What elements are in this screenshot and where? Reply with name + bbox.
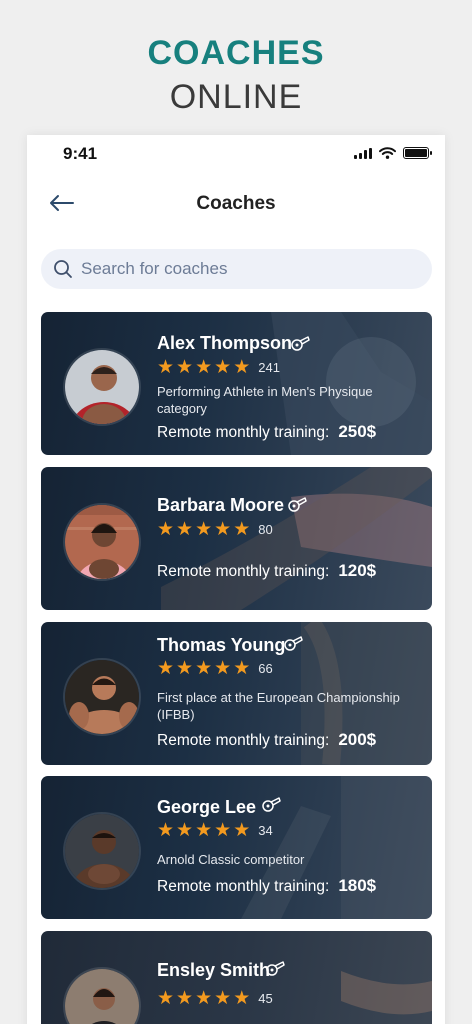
star-icon: ★ <box>176 819 194 841</box>
review-count: 45 <box>258 991 273 1006</box>
page-title: Coaches <box>196 193 276 214</box>
review-count: 34 <box>258 823 273 838</box>
star-icon: ★ <box>157 987 175 1009</box>
search-input[interactable] <box>81 259 401 279</box>
star-icon: ★ <box>176 356 194 378</box>
price-row: Remote monthly training: 120$ <box>157 561 376 581</box>
star-icon: ★ <box>157 518 175 540</box>
star-icon: ★ <box>233 518 251 540</box>
price-label: Remote monthly training: <box>157 732 330 749</box>
coach-card[interactable]: Barbara Moore ★ ★ ★ ★ ★ 80 Remote monthly tr… <box>41 467 432 610</box>
review-count: 66 <box>258 661 273 676</box>
status-time: 9:41 <box>63 144 98 163</box>
search-icon <box>54 260 72 278</box>
price-value: 250$ <box>338 422 377 441</box>
coach-description: Performing Athlete in Men's Physique cat… <box>157 384 373 416</box>
star-icon: ★ <box>214 356 232 378</box>
star-icon: ★ <box>214 657 232 679</box>
coach-name: Barbara Moore <box>157 495 285 515</box>
star-icon: ★ <box>214 518 232 540</box>
review-count: 80 <box>258 522 273 537</box>
star-icon: ★ <box>214 819 232 841</box>
star-icon: ★ <box>176 518 194 540</box>
avatar <box>63 348 141 426</box>
wifi-icon <box>379 147 396 159</box>
price-value: 120$ <box>338 561 377 580</box>
coach-name: Alex Thompson <box>157 333 293 353</box>
price-row: Remote monthly training: 180$ <box>157 876 376 896</box>
whistle-icon <box>266 961 285 976</box>
star-icon: ★ <box>157 819 175 841</box>
promo-title-line1: COACHES <box>147 34 325 72</box>
star-icon: ★ <box>195 518 213 540</box>
price-label: Remote monthly training: <box>157 878 330 895</box>
avatar <box>63 658 141 736</box>
price-label: Remote monthly training: <box>157 563 330 580</box>
coach-name: Thomas Young <box>157 635 286 655</box>
avatar <box>63 503 141 581</box>
coach-card[interactable]: George Lee ★ ★ ★ ★ ★ 34 Arnold Classic compe… <box>41 776 432 919</box>
coach-name: Ensley Smith <box>157 960 271 980</box>
rating: ★ ★ ★ ★ ★ 45 <box>157 989 273 1008</box>
whistle-icon <box>262 797 281 812</box>
whistle-icon <box>291 336 310 351</box>
star-icon: ★ <box>176 987 194 1009</box>
star-icon: ★ <box>157 657 175 679</box>
whistle-icon <box>284 636 303 651</box>
whistle-icon <box>288 497 307 512</box>
price-value: 200$ <box>338 730 377 749</box>
star-icon: ★ <box>157 356 175 378</box>
star-icon: ★ <box>214 987 232 1009</box>
coach-card[interactable]: Alex Thompson ★ ★ ★ ★ ★ 241 Performing Athle… <box>41 312 432 455</box>
star-icon: ★ <box>195 657 213 679</box>
price-row: Remote monthly training: 200$ <box>157 730 376 750</box>
star-icon: ★ <box>233 657 251 679</box>
star-icon: ★ <box>233 987 251 1009</box>
star-icon: ★ <box>176 657 194 679</box>
coach-name: George Lee <box>157 797 257 817</box>
star-icon: ★ <box>195 356 213 378</box>
signal-icon <box>354 147 372 159</box>
coach-description: Arnold Classic competitor <box>157 852 305 867</box>
coach-description: First place at the European Championship… <box>157 690 400 722</box>
avatar <box>63 812 141 890</box>
star-icon: ★ <box>233 356 251 378</box>
price-row: Remote monthly training: 250$ <box>157 422 376 442</box>
rating: ★ ★ ★ ★ ★ 80 <box>157 520 273 539</box>
promo-title-line2: ONLINE <box>169 78 303 116</box>
star-icon: ★ <box>195 819 213 841</box>
coach-card[interactable]: Thomas Young ★ ★ ★ ★ ★ 66 First place at the… <box>41 622 432 765</box>
star-icon: ★ <box>233 819 251 841</box>
rating: ★ ★ ★ ★ ★ 241 <box>157 358 280 377</box>
rating: ★ ★ ★ ★ ★ 34 <box>157 821 273 840</box>
battery-icon <box>403 147 432 159</box>
coach-card[interactable]: Ensley Smith ★ ★ ★ ★ ★ 45 <box>41 931 432 1024</box>
rating: ★ ★ ★ ★ ★ 66 <box>157 659 273 678</box>
star-icon: ★ <box>195 987 213 1009</box>
price-label: Remote monthly training: <box>157 424 330 441</box>
phone-screen: 9:41 Coaches Search for coaches Alex Tho… <box>27 135 445 1024</box>
review-count: 241 <box>258 360 280 375</box>
search-bar[interactable] <box>41 249 432 289</box>
status-icons <box>354 147 432 159</box>
price-value: 180$ <box>338 876 377 895</box>
